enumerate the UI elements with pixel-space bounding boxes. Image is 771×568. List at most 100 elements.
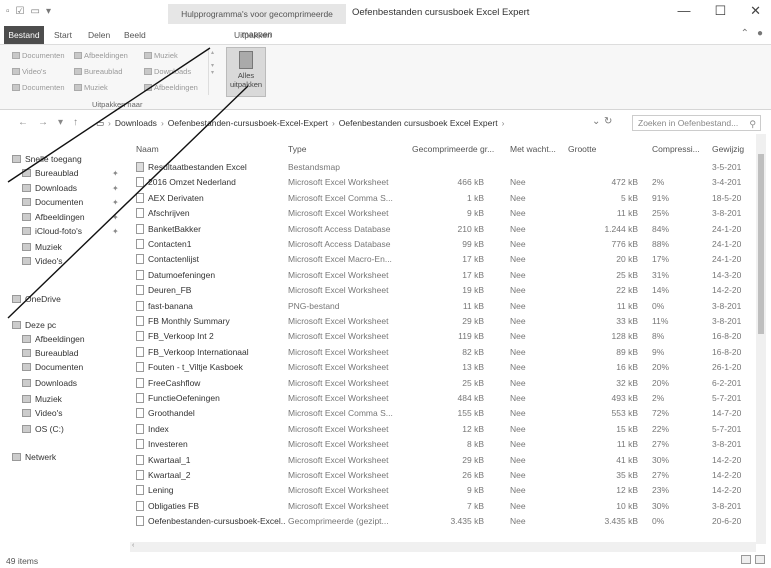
gallery-item[interactable]: Video's xyxy=(12,67,46,76)
nav-item[interactable]: Muziek xyxy=(22,394,62,404)
gallery-item[interactable]: Documenten xyxy=(12,83,65,92)
save-icon[interactable]: ▫ xyxy=(6,6,10,17)
compression-ratio: 2% xyxy=(652,177,665,188)
file-icon xyxy=(136,239,144,249)
file-name: Lening xyxy=(136,485,286,496)
table-row[interactable]: BanketBakker Microsoft Access Database 210… xyxy=(130,223,755,237)
nav-item[interactable]: Downloads xyxy=(22,183,77,193)
tab-bestand[interactable]: Bestand xyxy=(4,26,44,44)
minimize-button[interactable]: — xyxy=(677,3,690,19)
scroll-thumb[interactable] xyxy=(758,154,764,334)
nav-item[interactable]: Bureaublad xyxy=(22,348,78,358)
gallery-item[interactable]: Afbeeldingen xyxy=(144,83,198,92)
nav-item-label: Afbeeldingen xyxy=(35,334,85,344)
tab-uitpakken[interactable]: Uitpakken xyxy=(234,26,272,44)
nav-item[interactable]: Afbeeldingen xyxy=(22,334,85,344)
table-row[interactable]: Datumoefeningen Microsoft Excel Worksheet… xyxy=(130,269,755,283)
table-row[interactable]: Contacten1 Microsoft Access Database 99 kB… xyxy=(130,239,755,252)
column-header-type[interactable]: Type xyxy=(288,144,306,154)
forward-icon[interactable]: → xyxy=(38,117,48,128)
tab-start[interactable]: Start xyxy=(54,26,72,44)
table-row[interactable]: Index Microsoft Excel Worksheet 12 kB Nee 15… xyxy=(130,423,755,437)
table-row[interactable]: Resultaatbestanden Excel Bestandsmap 3-5-2… xyxy=(130,162,755,175)
address-dropdown-icon[interactable]: ⌄ xyxy=(592,116,600,127)
gallery-item[interactable]: Muziek xyxy=(144,51,178,60)
breadcrumb-item[interactable]: Oefenbestanden-cursusboek-Excel-Expert xyxy=(168,118,328,128)
details-view-icon[interactable] xyxy=(741,555,751,564)
breadcrumb[interactable]: ▭ › Downloads › Oefenbestanden-cursusboek-Ex… xyxy=(96,115,626,131)
gallery-scrollbar[interactable]: ▴ ▾ ▾ xyxy=(208,49,216,95)
nav-item[interactable]: Deze pc xyxy=(12,320,56,330)
table-row[interactable]: Kwartaal_1 Microsoft Excel Worksheet 29 kB… xyxy=(130,454,755,468)
nav-item[interactable]: iCloud-foto's xyxy=(22,226,82,236)
table-row[interactable]: 2016 Omzet Nederland Microsoft Excel Work… xyxy=(130,177,755,190)
back-icon[interactable]: ← xyxy=(18,117,28,128)
column-header-password[interactable]: Met wacht... xyxy=(510,144,556,154)
nav-item[interactable]: Bureaublad xyxy=(22,168,78,178)
table-row[interactable]: fast-banana PNG-bestand 11 kB Nee 11 kB 0% 3-8… xyxy=(130,300,755,314)
recent-dropdown-icon[interactable]: ▾ xyxy=(58,117,63,128)
gallery-item[interactable]: Downloads xyxy=(144,67,191,76)
nav-item[interactable]: Afbeeldingen xyxy=(22,212,85,222)
gallery-item[interactable]: Muziek xyxy=(74,83,108,92)
nav-item[interactable]: Snelle toegang xyxy=(12,154,82,164)
refresh-icon[interactable]: ↻ xyxy=(604,116,612,127)
large-icons-view-icon[interactable] xyxy=(755,555,765,564)
nav-item[interactable]: Netwerk xyxy=(12,452,56,462)
nav-item[interactable]: Video's xyxy=(22,256,62,266)
column-header-date[interactable]: Gewijzig xyxy=(712,144,744,154)
column-header-name[interactable]: Naam xyxy=(136,144,159,154)
compressed-size: 155 kB xyxy=(457,408,484,419)
file-icon xyxy=(136,300,144,311)
properties-icon[interactable]: ☑ xyxy=(16,6,25,17)
table-row[interactable]: Fouten - t_Viltje Kasboek Microsoft Excel… xyxy=(130,362,755,375)
vertical-scrollbar[interactable] xyxy=(756,134,766,544)
gallery-item[interactable]: Documenten xyxy=(12,51,65,60)
tab-delen[interactable]: Delen xyxy=(88,26,110,44)
horizontal-scrollbar[interactable]: ‹ xyxy=(130,542,756,552)
table-row[interactable]: Afschrijven Microsoft Excel Worksheet 9 kB… xyxy=(130,208,755,221)
table-row[interactable]: Oefenbestanden-cursusboek-Excel... Gecomp… xyxy=(130,516,755,529)
nav-item[interactable]: Documenten xyxy=(22,197,83,207)
extract-all-button[interactable]: Alles uitpakken xyxy=(226,47,266,97)
compressed-size: 25 kB xyxy=(462,377,484,388)
table-row[interactable]: Lening Microsoft Excel Worksheet 9 kB Nee 12… xyxy=(130,485,755,498)
table-row[interactable]: Deuren_FB Microsoft Excel Worksheet 19 kB N… xyxy=(130,285,755,298)
table-row[interactable]: Kwartaal_2 Microsoft Excel Worksheet 26 kB… xyxy=(130,470,755,483)
nav-item[interactable]: OneDrive xyxy=(12,294,61,304)
nav-item[interactable]: Downloads xyxy=(22,378,77,388)
help-icon[interactable]: ● xyxy=(757,28,763,39)
close-button[interactable]: ✕ xyxy=(750,3,761,19)
breadcrumb-item[interactable]: Oefenbestanden cursusboek Excel Expert xyxy=(339,118,498,128)
table-row[interactable]: FreeCashflow Microsoft Excel Worksheet 25 … xyxy=(130,377,755,391)
gallery-item[interactable]: Bureaublad xyxy=(74,67,122,76)
table-row[interactable]: FunctieOefeningen Microsoft Excel Workshe… xyxy=(130,393,755,406)
table-row[interactable]: Contactenlijst Microsoft Excel Macro-En..… xyxy=(130,254,755,267)
modified-date: 14-7-20 xyxy=(712,408,742,419)
star-icon xyxy=(12,155,21,163)
collapse-ribbon-icon[interactable]: ⌃ xyxy=(741,28,749,39)
table-row[interactable]: Groothandel Microsoft Excel Comma S... 155… xyxy=(130,408,755,421)
table-row[interactable]: Investeren Microsoft Excel Worksheet 8 kB N… xyxy=(130,439,755,452)
table-row[interactable]: Obligaties FB Microsoft Excel Worksheet 7 … xyxy=(130,500,755,514)
table-row[interactable]: FB_Verkoop Int 2 Microsoft Excel Workshee… xyxy=(130,331,755,344)
nav-item[interactable]: Documenten xyxy=(22,362,83,372)
nav-item[interactable]: Video's xyxy=(22,408,62,418)
column-header-compressed-size[interactable]: Gecomprimeerde gr... xyxy=(412,144,494,154)
file-icon xyxy=(136,423,144,434)
table-row[interactable]: FB Monthly Summary Microsoft Excel Worksh… xyxy=(130,316,755,329)
breadcrumb-item[interactable]: Downloads xyxy=(115,118,157,128)
up-icon[interactable]: ↑ xyxy=(73,117,78,128)
table-row[interactable]: AEX Derivaten Microsoft Excel Comma S... 1… xyxy=(130,192,755,206)
column-header-ratio[interactable]: Compressi... xyxy=(652,144,700,154)
nav-item[interactable]: Muziek xyxy=(22,242,62,252)
qat-dropdown-icon[interactable]: ▾ xyxy=(46,6,51,17)
maximize-button[interactable]: ☐ xyxy=(714,3,726,19)
table-row[interactable]: FB_Verkoop Internationaal Microsoft Excel… xyxy=(130,346,755,360)
search-input[interactable]: Zoeken in Oefenbestand... ⚲ xyxy=(632,115,761,131)
gallery-item[interactable]: Afbeeldingen xyxy=(74,51,128,60)
new-folder-icon[interactable]: ▭ xyxy=(31,6,40,17)
column-header-size[interactable]: Grootte xyxy=(568,144,596,154)
tab-beeld[interactable]: Beeld xyxy=(124,26,146,44)
nav-item[interactable]: OS (C:) xyxy=(22,424,64,434)
